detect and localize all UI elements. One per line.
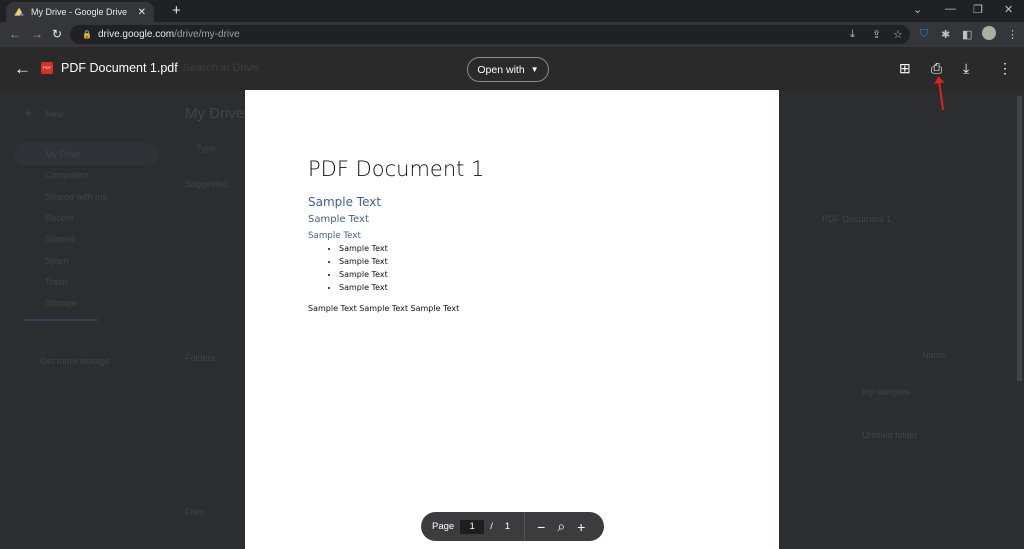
folders-label: Folders [185, 353, 216, 363]
nav-my-drive: My Drive [45, 149, 81, 159]
nav-computers: Computers [45, 170, 90, 180]
page-label: Page [432, 521, 455, 532]
forward-icon[interactable]: → [31, 27, 43, 41]
zoom-out-icon[interactable]: − [537, 519, 545, 535]
bookmark-star-icon[interactable]: ☆ [893, 28, 903, 41]
bullet-item: Sample Text [339, 270, 388, 283]
doc-title: PDF Document 1 [308, 157, 485, 181]
share-icon[interactable]: ⇪ [872, 28, 881, 41]
divider [524, 512, 526, 541]
bullet-item: Sample Text [339, 257, 388, 270]
scrollbar [1017, 96, 1022, 381]
close-window-button[interactable]: ✕ [1004, 3, 1013, 16]
pdf-file-icon: PDF [41, 62, 53, 74]
open-with-label: Open with [477, 63, 525, 76]
minimize-button[interactable]: — [945, 3, 956, 15]
doc-paragraph: Sample Text Sample Text Sample Text [308, 304, 460, 313]
doc-bullet-list: Sample Text Sample Text Sample Text Samp… [339, 244, 388, 296]
doc-heading-3: Sample Text [308, 231, 361, 241]
extensions-icon[interactable]: ✱ [941, 28, 950, 41]
page-number-input[interactable]: 1 [460, 519, 485, 534]
profile-avatar[interactable] [982, 26, 996, 40]
vpn-extension-icon[interactable]: ⛉ [920, 28, 928, 41]
url-host: drive.google.com [97, 29, 175, 40]
drive-title: My Drive [185, 105, 245, 122]
storage-bar [24, 319, 98, 321]
open-with-button[interactable]: Open with ▼ [467, 57, 549, 82]
file-name: PDF Document 1.pdf [61, 61, 178, 75]
new-plus-icon: + [24, 105, 33, 122]
my-drive-highlight [14, 143, 159, 165]
doc-heading-1: Sample Text [308, 195, 382, 209]
browser-toolbar: ← → ↻ 🔒 drive.google.com/drive/my-drive ⤓… [0, 22, 1024, 47]
page-separator: / [490, 521, 493, 532]
zoom-in-icon[interactable]: + [577, 519, 585, 535]
suggested-label: Suggested [185, 179, 229, 189]
nav-trash: Trash [45, 277, 68, 287]
viewer-header: ← PDF PDF Document 1.pdf Search in Drive… [0, 47, 1024, 91]
tab-strip: My Drive - Google Drive ✕ + ⌄ — ❐ ✕ [0, 0, 1024, 22]
side-panel-icon[interactable]: ◧ [962, 28, 972, 41]
url-path: /drive/my-drive [174, 29, 240, 40]
caret-down-icon: ▼ [530, 65, 539, 74]
lock-icon: 🔒 [82, 30, 92, 39]
new-tab-button[interactable]: + [172, 2, 181, 19]
search-placeholder: Search in Drive [183, 62, 259, 74]
bullet-item: Sample Text [339, 244, 388, 257]
download-icon[interactable]: ⤓ [963, 60, 969, 77]
reload-icon[interactable]: ↻ [52, 27, 62, 41]
get-storage-button: Get more storage [40, 356, 111, 366]
type-filter: Type [196, 143, 216, 153]
folder-item: Untitled folder [862, 430, 918, 440]
files-label: Files [185, 507, 205, 517]
install-app-icon[interactable]: ⤓ [850, 28, 855, 41]
page-controls: Page 1 / 1 − ⌕ + [421, 512, 604, 541]
browser-menu-icon[interactable]: ⋮ [1007, 28, 1018, 41]
tab-search-icon[interactable]: ⌄ [913, 3, 922, 16]
maximize-button[interactable]: ❐ [973, 3, 983, 16]
close-tab-icon[interactable]: ✕ [138, 7, 146, 18]
nav-recent: Recent [45, 213, 74, 223]
nav-shared: Shared with me [45, 192, 108, 202]
add-comment-icon[interactable]: ⊞ [899, 60, 911, 77]
drive-favicon-icon [14, 7, 24, 16]
sort-name: Name [922, 350, 947, 360]
folder-item: my samples [862, 387, 911, 397]
nav-starred: Starred [45, 234, 75, 244]
suggested-file: PDF Document 1 [822, 214, 892, 224]
back-icon[interactable]: ← [9, 27, 21, 41]
close-viewer-back-icon[interactable]: ← [14, 59, 31, 79]
address-bar[interactable]: 🔒 drive.google.com/drive/my-drive [70, 25, 910, 44]
doc-heading-2: Sample Text [308, 214, 369, 225]
page-total: 1 [504, 521, 511, 532]
nav-storage: Storage [45, 298, 77, 308]
more-actions-icon[interactable]: ⋮ [998, 60, 1012, 77]
new-button: New [45, 109, 64, 119]
pdf-page: PDF Document 1 Sample Text Sample Text S… [245, 90, 779, 549]
nav-spam: Spam [45, 256, 69, 266]
bullet-item: Sample Text [339, 283, 388, 296]
tab-title: My Drive - Google Drive [31, 7, 128, 17]
browser-tab[interactable]: My Drive - Google Drive ✕ [6, 2, 154, 22]
print-icon[interactable]: ⎙ [931, 60, 942, 77]
zoom-fit-icon[interactable]: ⌕ [557, 518, 565, 535]
